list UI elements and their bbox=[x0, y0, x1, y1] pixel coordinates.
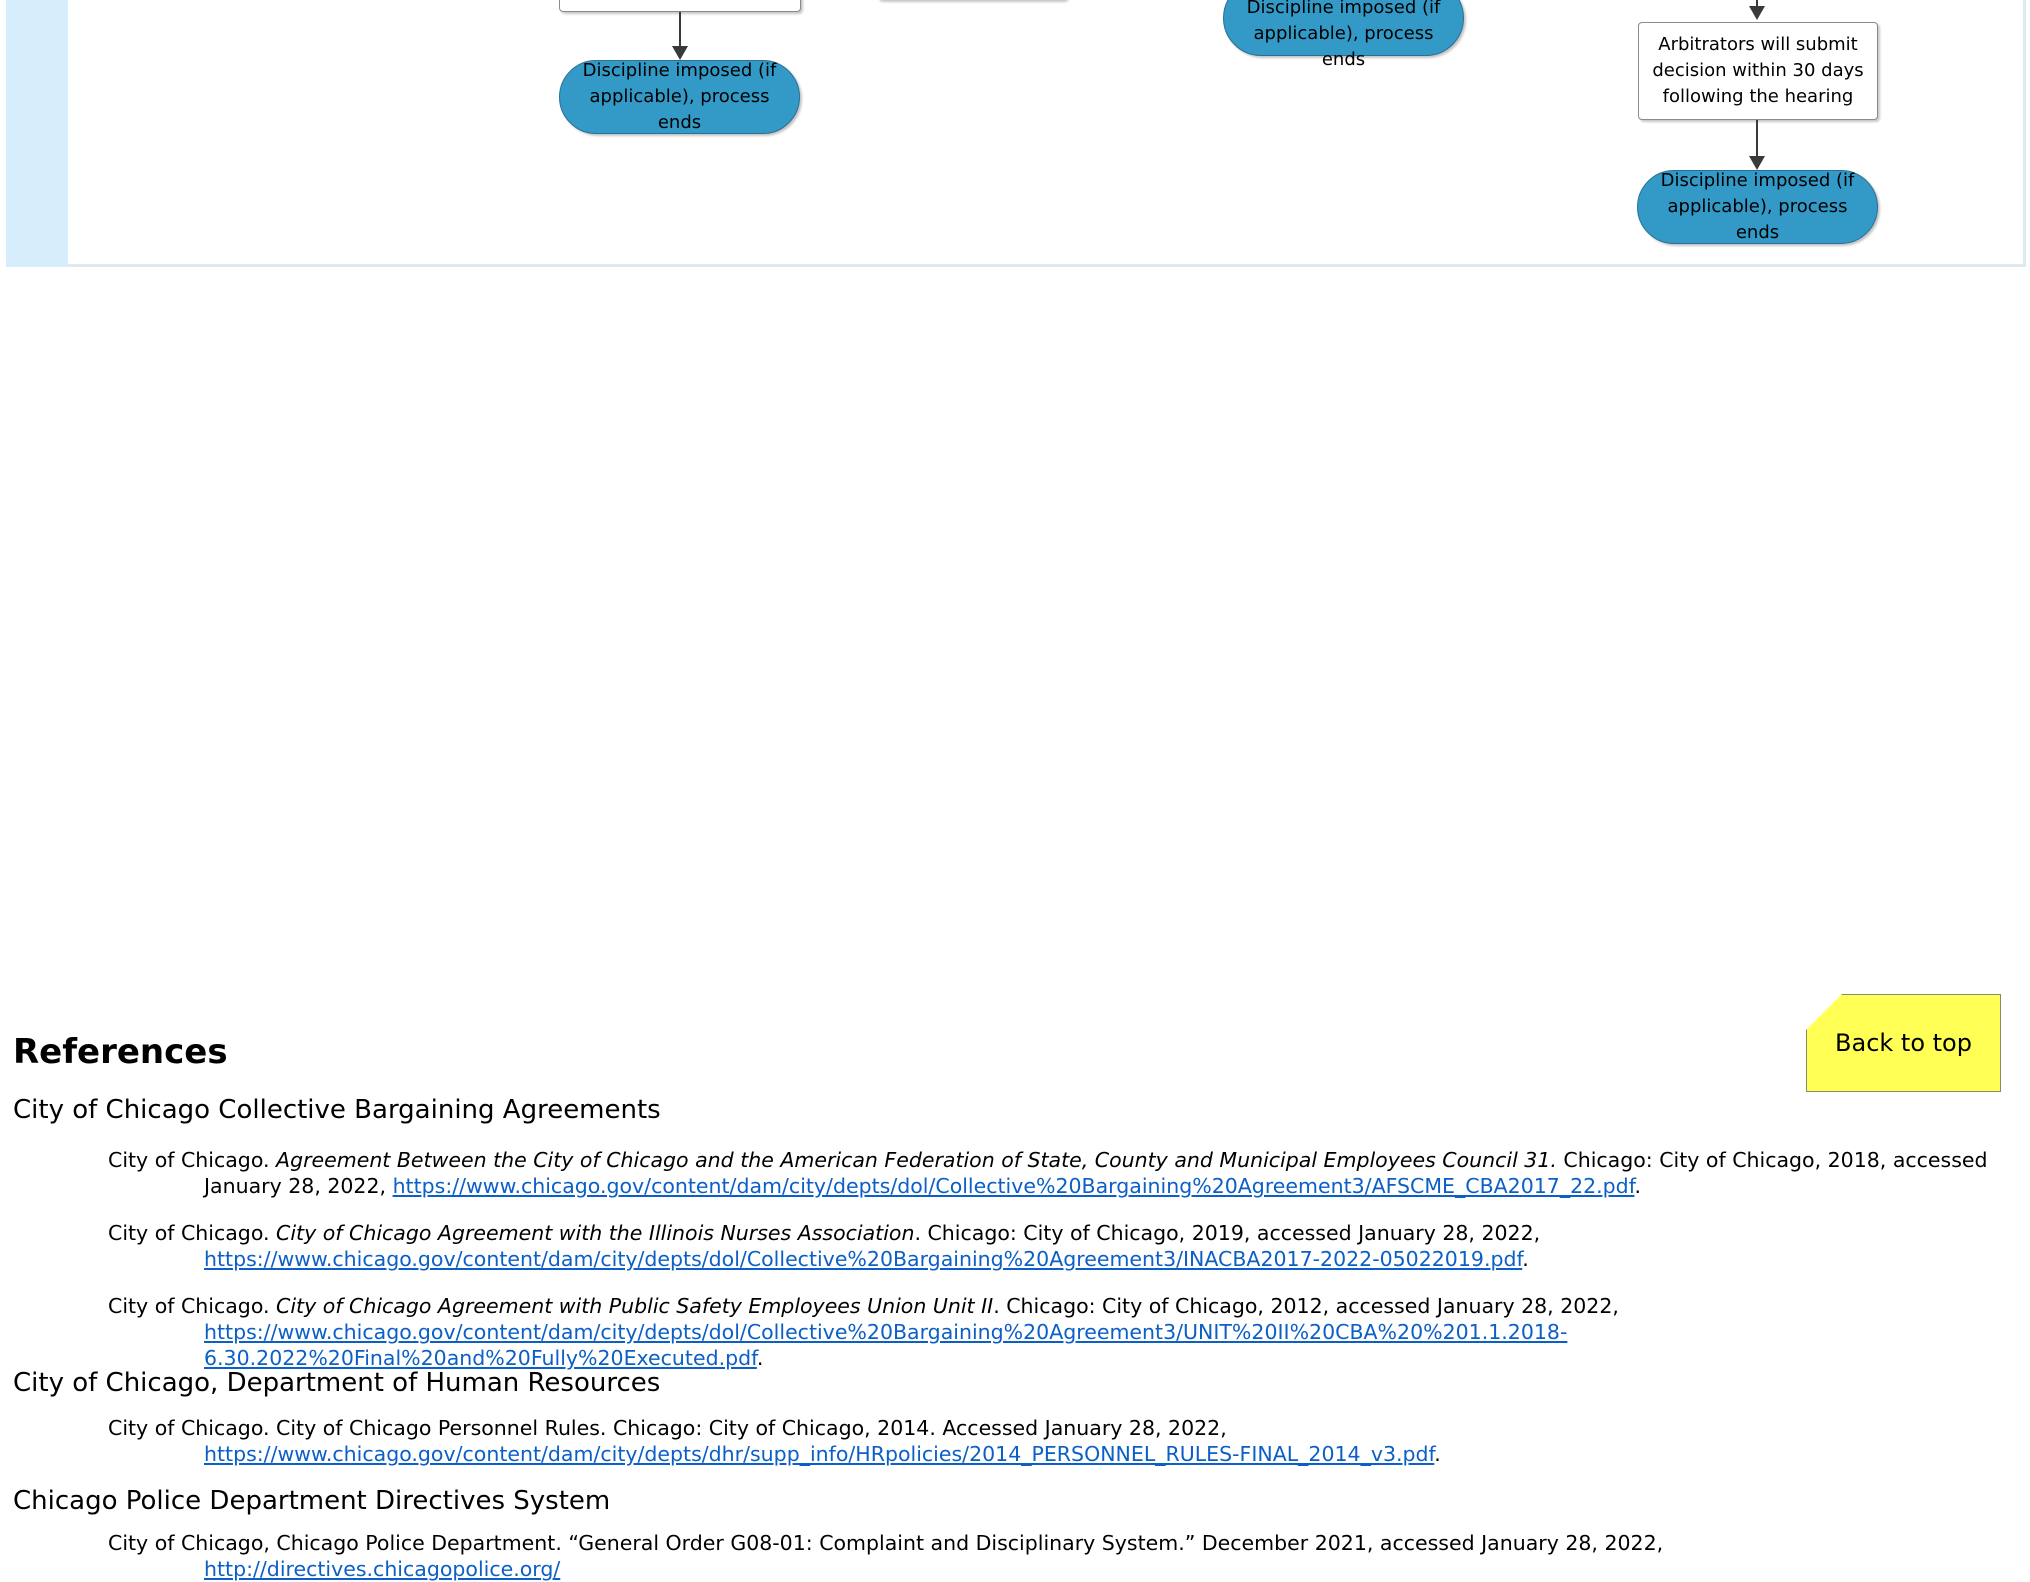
flowchart-swimlane-stripe bbox=[6, 0, 68, 267]
connector-left bbox=[679, 12, 681, 48]
reference-prefix: City of Chicago, Chicago Police Departme… bbox=[108, 1531, 1664, 1555]
connector-right-bottom bbox=[1756, 120, 1758, 156]
reference-prefix: City of Chicago. bbox=[108, 1148, 277, 1172]
end-node-right: Discipline imposed (if applicable), proc… bbox=[1637, 170, 1878, 244]
reference-prefix: City of Chicago. bbox=[108, 1221, 277, 1245]
reference-link[interactable]: https://www.chicago.gov/content/dam/city… bbox=[204, 1442, 1434, 1466]
reference-end: . bbox=[1634, 1174, 1641, 1198]
reference-end: . bbox=[1434, 1442, 1441, 1466]
reference-link[interactable]: https://www.chicago.gov/content/dam/city… bbox=[204, 1247, 1522, 1271]
reference-entry: City of Chicago. City of Chicago Personn… bbox=[108, 1415, 2003, 1467]
arbitrators-decision-box: Arbitrators will submit decision within … bbox=[1638, 22, 1878, 120]
reference-entry: City of Chicago. Agreement Between the C… bbox=[108, 1147, 2003, 1199]
reference-end: . bbox=[1522, 1247, 1529, 1271]
flowchart-box-left-partial bbox=[559, 0, 801, 12]
section-title-police-directives: Chicago Police Department Directives Sys… bbox=[13, 1486, 611, 1516]
section-title-human-resources: City of Chicago, Department of Human Res… bbox=[13, 1368, 661, 1398]
section-title-collective-bargaining: City of Chicago Collective Bargaining Ag… bbox=[13, 1095, 661, 1125]
reference-prefix: City of Chicago. City of Chicago Personn… bbox=[108, 1416, 1227, 1440]
reference-entry: City of Chicago, Chicago Police Departme… bbox=[108, 1530, 2003, 1582]
reference-entry: City of Chicago. City of Chicago Agreeme… bbox=[108, 1293, 2003, 1371]
reference-link[interactable]: https://www.chicago.gov/content/dam/city… bbox=[204, 1320, 1567, 1370]
back-to-top-button[interactable]: Back to top bbox=[1806, 994, 2001, 1092]
arrowhead-right-top bbox=[1749, 6, 1765, 20]
reference-link[interactable]: https://www.chicago.gov/content/dam/city… bbox=[393, 1174, 1635, 1198]
reference-title: City of Chicago Agreement with the Illin… bbox=[276, 1221, 915, 1245]
reference-title: City of Chicago Agreement with Public Sa… bbox=[276, 1294, 994, 1318]
reference-title: Agreement Between the City of Chicago an… bbox=[276, 1148, 1557, 1172]
reference-link[interactable]: http://directives.chicagopolice.org/ bbox=[204, 1557, 560, 1581]
references-heading: References bbox=[13, 1032, 228, 1072]
reference-entry: City of Chicago. City of Chicago Agreeme… bbox=[108, 1220, 2003, 1272]
reference-details: . Chicago: City of Chicago, 2012, access… bbox=[993, 1294, 1619, 1318]
end-node-middle: Discipline imposed (if applicable), proc… bbox=[1223, 0, 1464, 70]
reference-details: . Chicago: City of Chicago, 2019, access… bbox=[914, 1221, 1541, 1245]
reference-end: . bbox=[756, 1346, 764, 1370]
end-node-left: Discipline imposed (if applicable), proc… bbox=[559, 60, 800, 134]
reference-prefix: City of Chicago. bbox=[108, 1294, 277, 1318]
